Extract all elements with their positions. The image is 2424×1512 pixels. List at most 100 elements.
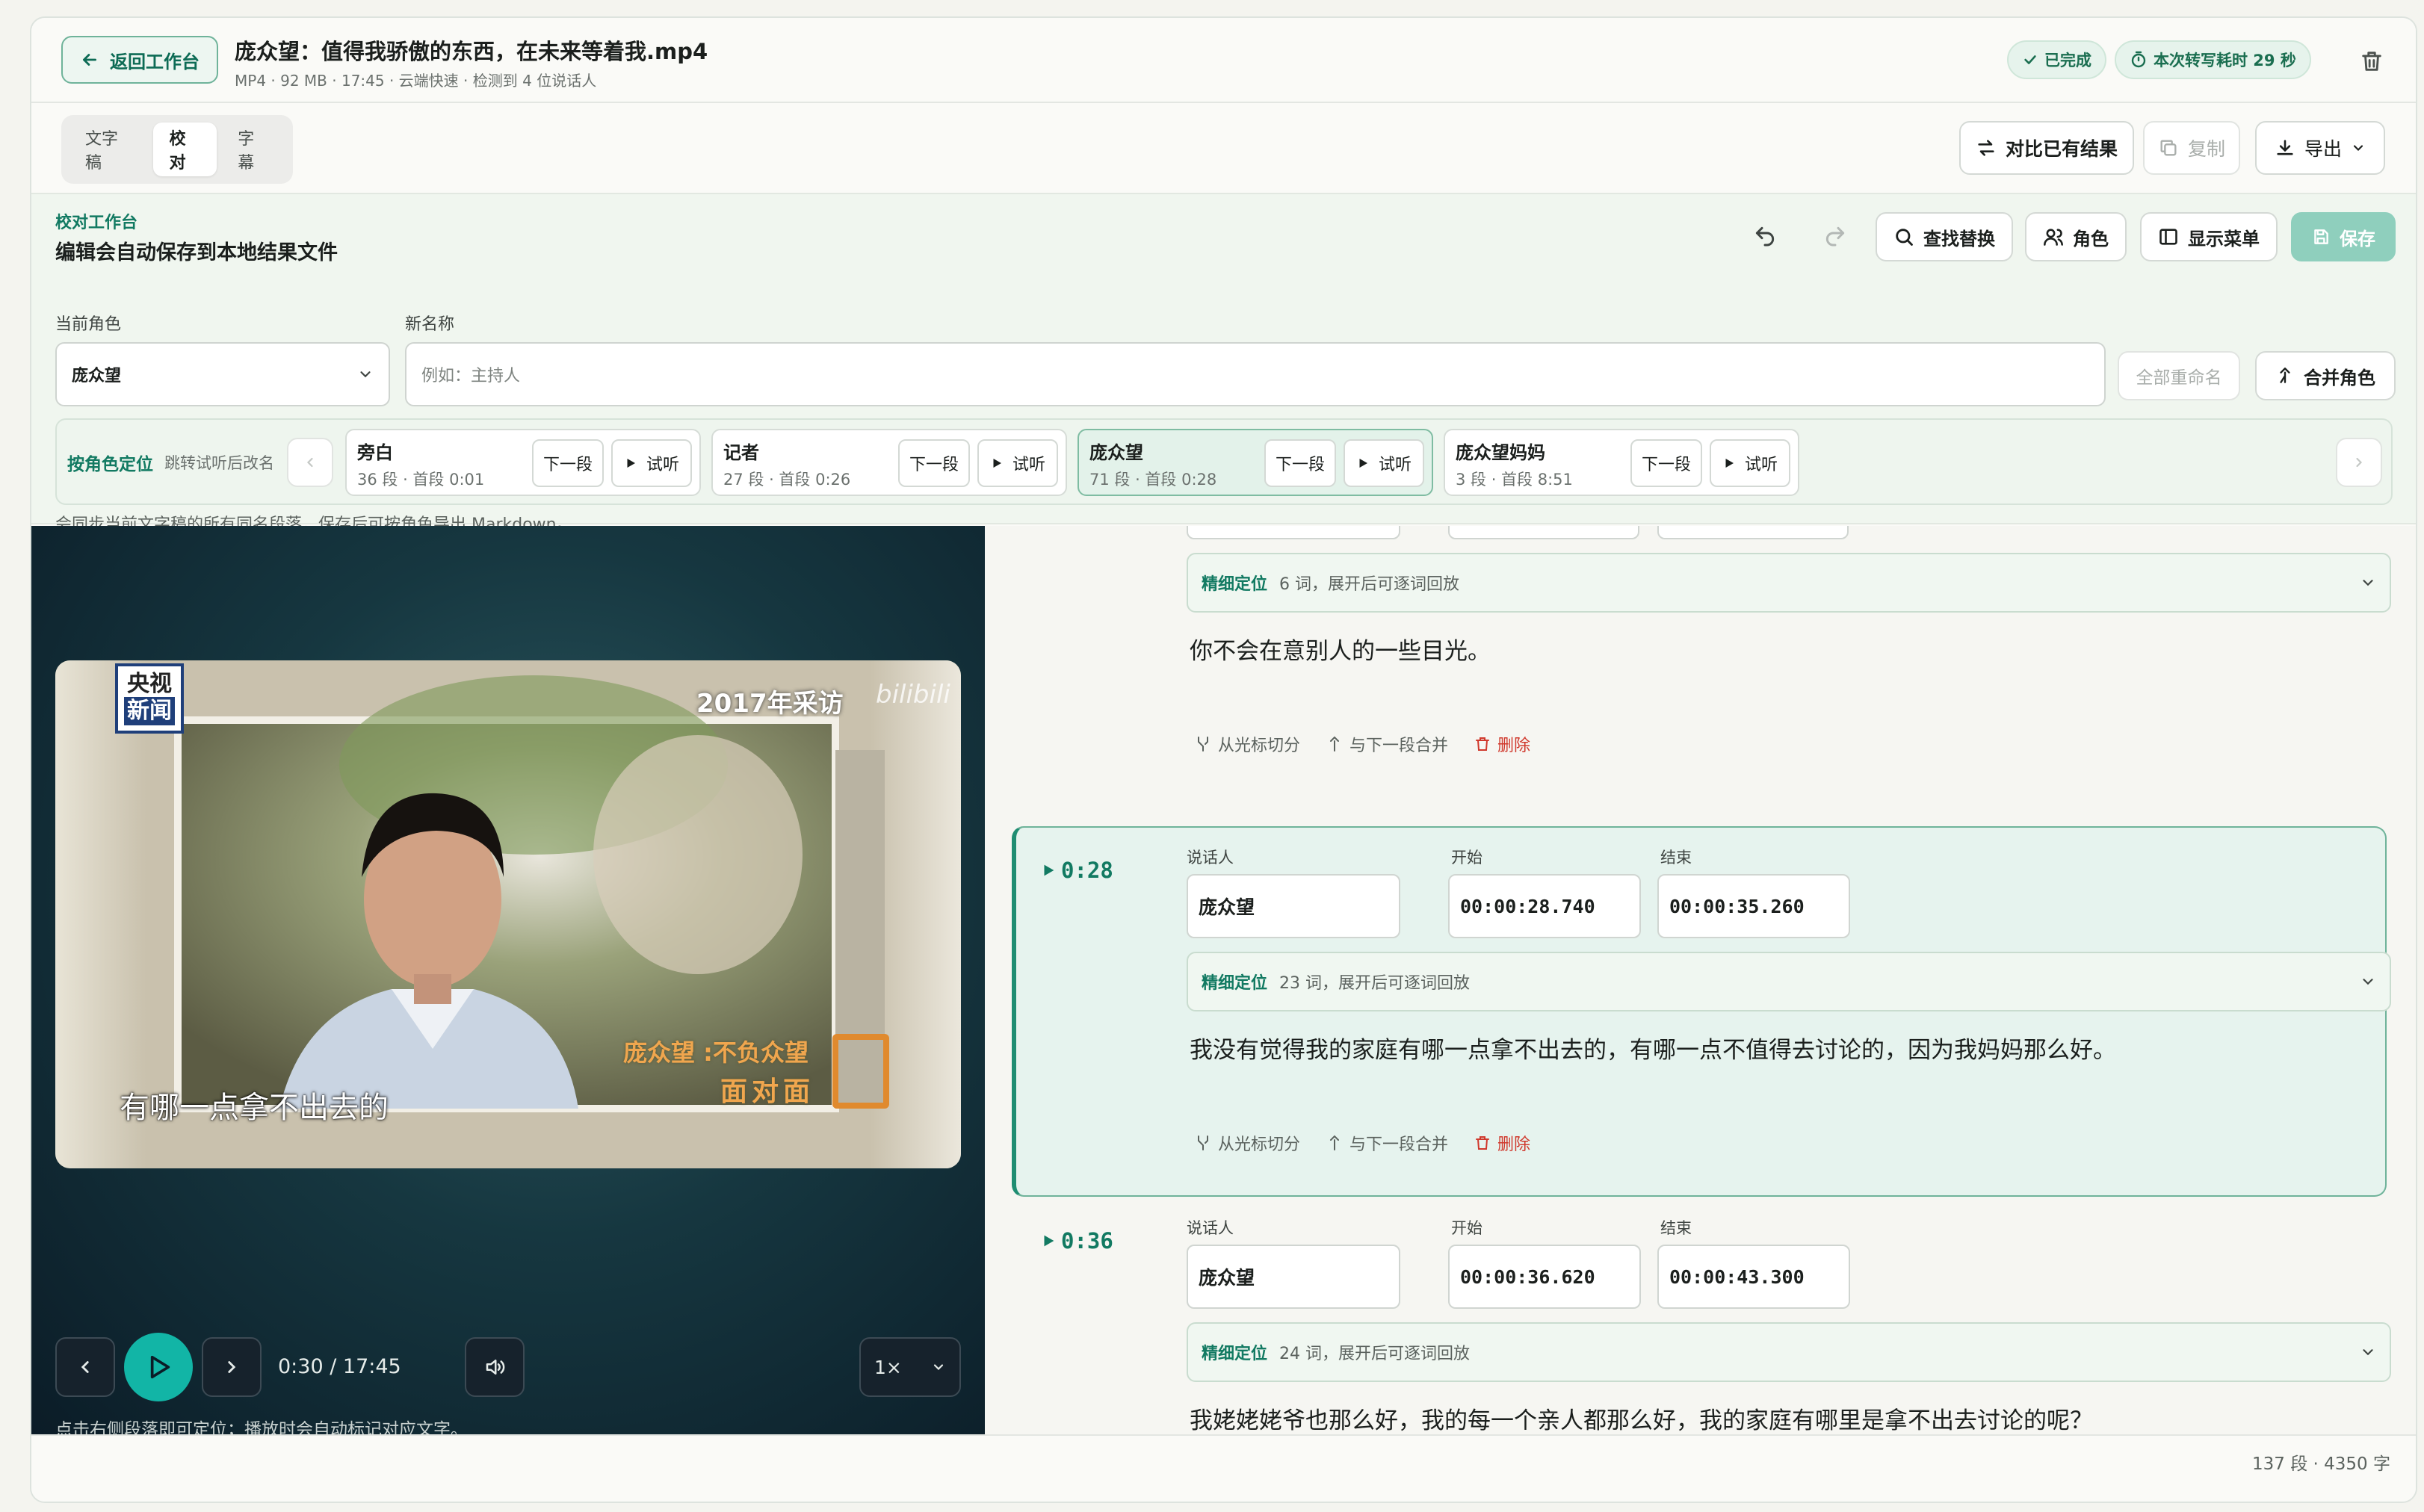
segment-actions: 从光标切分 与下一段合并 删除 [1194, 1131, 1530, 1155]
volume-button[interactable] [465, 1337, 525, 1397]
speed-select[interactable]: 1× [859, 1337, 961, 1397]
trash-icon[interactable] [2355, 45, 2388, 78]
listen-button[interactable]: 试听 [1344, 439, 1424, 487]
role-chip[interactable]: 旁白 36 段 · 首段 0:01 下一段 试听 [345, 429, 701, 496]
start-field[interactable]: 00:00:28.740 [1448, 874, 1641, 938]
delete-button[interactable]: 删除 [1474, 732, 1530, 756]
end-field[interactable]: 00:00:35.260 [1657, 874, 1850, 938]
copy-button[interactable]: 复制 [2143, 121, 2240, 175]
merge-icon [1326, 735, 1344, 753]
find-replace-button[interactable]: 查找替换 [1876, 212, 2013, 261]
split-button[interactable]: 从光标切分 [1194, 732, 1300, 756]
role-chip-selected[interactable]: 庞众望 71 段 · 首段 0:28 下一段 试听 [1077, 429, 1433, 496]
chevron-right-icon [222, 1357, 241, 1377]
speaker-field[interactable]: 庞众望 [1187, 874, 1400, 938]
trash-icon [1474, 735, 1491, 753]
end-field[interactable]: 00:00:43.300 [1657, 1245, 1850, 1309]
proof-eyebrow: 校对工作台 [55, 214, 138, 232]
next-segment-button[interactable]: 下一段 [1630, 439, 1702, 487]
panel-icon [2158, 226, 2179, 247]
speaker-field[interactable]: 庞众望 [1187, 1245, 1400, 1309]
video-subtitle: 有哪一点拿不出去的 [120, 1091, 389, 1125]
year-caption: 2017年采访 [696, 689, 844, 719]
next-segment-button[interactable]: 下一段 [898, 439, 970, 487]
locate-label: 按角色定位 [67, 455, 153, 474]
save-button[interactable]: 保存 [2291, 212, 2396, 261]
chevron-down-icon [2351, 140, 2366, 155]
file-meta: MP4 · 92 MB · 17:45 · 云端快速 · 检测到 4 位说话人 [235, 72, 597, 90]
chevron-left-icon [75, 1357, 95, 1377]
show-logo-icon [832, 1034, 889, 1109]
play-icon [143, 1352, 173, 1382]
save-icon [2311, 227, 2331, 247]
transcript-segment[interactable]: 0:36 说话人 开始 结束 庞众望 00:00:36.620 00:00:43… [985, 1197, 2416, 1434]
merge-roles-button[interactable]: 合并角色 [2255, 351, 2396, 400]
fine-locate-accordion[interactable]: 精细定位 24 词，展开后可逐词回放 [1187, 1322, 2391, 1382]
export-button[interactable]: 导出 [2255, 121, 2385, 175]
segment-text[interactable]: 你不会在意别人的一些目光。 [1190, 632, 1491, 666]
fine-locate-accordion[interactable]: 精细定位 6 词，展开后可逐词回放 [1187, 553, 2391, 613]
split-icon [1194, 735, 1212, 753]
roles-button[interactable]: 角色 [2025, 212, 2127, 261]
fine-locate-accordion[interactable]: 精细定位 23 词，展开后可逐词回放 [1187, 952, 2391, 1011]
chevron-left-icon [303, 455, 318, 470]
transcribe-time-badge: 本次转写耗时 29 秒 [2115, 40, 2311, 79]
play-icon [1040, 862, 1057, 879]
current-role-select[interactable]: 庞众望 [55, 342, 390, 406]
segment-timestamp[interactable]: 0:36 [1040, 1228, 1113, 1254]
prev-button[interactable] [55, 1337, 115, 1397]
new-name-input[interactable]: 例如：主持人 [405, 342, 2106, 406]
listen-button[interactable]: 试听 [1710, 439, 1790, 487]
file-header: 返回工作台 庞众望：值得我骄傲的东西，在未来等着我.mp4 MP4 · 92 M… [31, 18, 2416, 103]
chips-prev-button[interactable] [287, 438, 333, 487]
video-frame[interactable]: 央视 新闻 2017年采访 bilibili 庞众望 :不负众望 面对面 有哪一… [55, 660, 961, 1168]
proof-title: 编辑会自动保存到本地结果文件 [55, 241, 338, 264]
merge-next-button[interactable]: 与下一段合并 [1326, 732, 1448, 756]
listen-button[interactable]: 试听 [611, 439, 692, 487]
play-icon [1040, 1233, 1057, 1249]
listen-button[interactable]: 试听 [977, 439, 1058, 487]
chips-next-button[interactable] [2336, 438, 2382, 487]
tab-subtitles[interactable]: 字幕 [221, 123, 285, 176]
segment-text[interactable]: 我姥姥姥爷也那么好，我的每一个亲人都那么好，我的家庭有哪里是拿不出去讨论的呢？ [1190, 1401, 2093, 1434]
chevron-down-icon [357, 366, 374, 382]
arrow-left-icon [80, 50, 99, 69]
delete-button[interactable]: 删除 [1474, 1131, 1530, 1155]
speaker-field[interactable] [1187, 526, 1400, 539]
split-button[interactable]: 从光标切分 [1194, 1131, 1300, 1155]
rename-all-button[interactable]: 全部重命名 [2118, 351, 2240, 400]
tab-proofread[interactable]: 校对 [152, 123, 217, 176]
merge-next-button[interactable]: 与下一段合并 [1326, 1131, 1448, 1155]
tab-transcript[interactable]: 文字稿 [69, 123, 149, 176]
next-segment-button[interactable]: 下一段 [532, 439, 604, 487]
back-label: 返回工作台 [110, 51, 200, 72]
undo-icon[interactable] [1744, 215, 1786, 257]
redo-icon[interactable] [1814, 215, 1856, 257]
transcript-segment[interactable]: 精细定位 6 词，展开后可逐词回放 你不会在意别人的一些目光。 从光标切分 与下… [985, 526, 2416, 775]
next-segment-button[interactable]: 下一段 [1264, 439, 1336, 487]
transcript-segment-active[interactable]: 0:28 说话人 开始 结束 庞众望 00:00:28.740 00:00:35… [985, 826, 2416, 1200]
end-field[interactable] [1657, 526, 1849, 539]
segment-timestamp[interactable]: 0:28 [1040, 858, 1113, 883]
next-button[interactable] [202, 1337, 262, 1397]
play-button[interactable] [124, 1333, 193, 1401]
role-chip[interactable]: 庞众望妈妈 3 段 · 首段 8:51 下一段 试听 [1444, 429, 1799, 496]
chevron-down-icon [2360, 1344, 2376, 1360]
timer-icon [2130, 51, 2148, 69]
transcript-list: 精细定位 6 词，展开后可逐词回放 你不会在意别人的一些目光。 从光标切分 与下… [985, 526, 2416, 1434]
speaker-icon [483, 1356, 506, 1378]
start-field[interactable]: 00:00:36.620 [1448, 1245, 1641, 1309]
play-icon [1356, 456, 1370, 470]
show-caption: 面对面 [720, 1076, 815, 1107]
chevron-down-icon [2360, 973, 2376, 990]
view-tabs: 文字稿 校对 字幕 [61, 115, 293, 184]
segment-text[interactable]: 我没有觉得我的家庭有哪一点拿不出去的，有哪一点不值得去讨论的，因为我妈妈那么好。 [1190, 1031, 2116, 1065]
chevron-right-icon [2352, 455, 2366, 470]
role-chip[interactable]: 记者 27 段 · 首段 0:26 下一段 试听 [711, 429, 1067, 496]
start-field[interactable] [1448, 526, 1639, 539]
file-title: 庞众望：值得我骄傲的东西，在未来等着我.mp4 [235, 39, 708, 64]
play-icon [1722, 456, 1736, 470]
show-menu-button[interactable]: 显示菜单 [2140, 212, 2278, 261]
compare-button[interactable]: 对比已有结果 [1959, 121, 2134, 175]
back-button[interactable]: 返回工作台 [61, 36, 218, 84]
